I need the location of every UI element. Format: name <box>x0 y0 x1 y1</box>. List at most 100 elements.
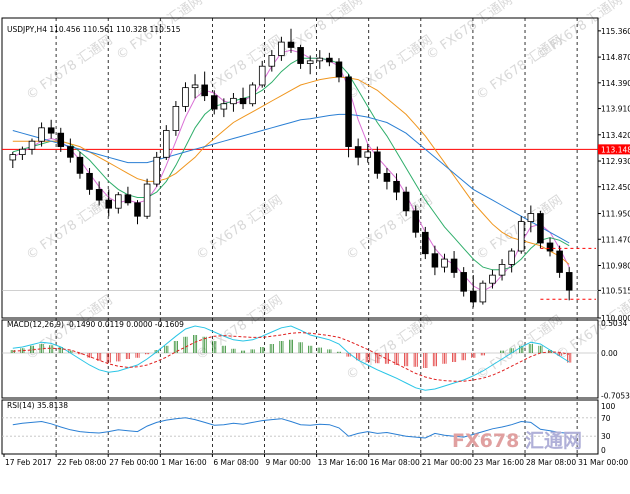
candle-body <box>28 140 36 150</box>
candle-body <box>239 97 247 105</box>
candle-body <box>412 210 419 233</box>
price-tick-label: 112.450 <box>601 183 630 192</box>
chart-window: © FX678 汇通网 © FX678 汇通网 © FX678 汇通网 © FX678… <box>0 0 630 490</box>
candle-body <box>316 57 324 62</box>
candle-body <box>489 274 496 284</box>
candle-body <box>105 199 113 209</box>
candle-body <box>402 191 410 212</box>
candle-body <box>556 250 563 273</box>
candle-body <box>9 154 17 161</box>
candle-body <box>86 172 93 190</box>
time-tick-label: 27 Feb 00:00 <box>109 458 158 467</box>
time-tick-label: 16 Mar 08:00 <box>370 458 420 467</box>
candle-body <box>249 84 256 105</box>
macd-tick-label: 0.5034 <box>601 319 627 328</box>
candle-body <box>326 57 333 63</box>
watermark-text: © FX678 汇通网 <box>24 33 116 103</box>
candle-body <box>460 272 467 292</box>
time-tick-label: 31 Mar 00:00 <box>578 458 628 467</box>
watermark-text: © FX678 汇通网 <box>24 193 116 263</box>
time-tick-label: 22 Feb 08:00 <box>57 458 106 467</box>
candle-body <box>191 84 199 89</box>
watermark-text: © FX678 汇通网 <box>344 33 436 103</box>
candle-body <box>57 132 65 147</box>
time-tick-label: 23 Mar 16:00 <box>474 458 524 467</box>
logo-brand: FX678 <box>452 430 519 452</box>
candle-body <box>345 76 352 147</box>
candle-body <box>143 183 151 217</box>
candle-body <box>450 258 458 273</box>
chart-canvas: © FX678 汇通网© FX678 汇通网© FX678 汇通网© FX678… <box>1 0 630 467</box>
candle-body <box>287 41 295 48</box>
time-tick-label: 9 Mar 00:00 <box>266 458 312 467</box>
candle-body <box>230 97 237 105</box>
watermark-text: © FX678 汇通网 <box>344 313 436 383</box>
macd-tick-label: 0.00 <box>601 349 618 358</box>
candle-body <box>67 146 74 158</box>
price-tick-label: 111.950 <box>601 210 630 219</box>
candle-body <box>163 130 170 158</box>
candle-body <box>422 231 429 255</box>
candle-body <box>469 290 477 303</box>
candle-body <box>306 60 314 64</box>
candle-body <box>124 194 132 204</box>
candle-body <box>134 202 141 217</box>
candle-body <box>153 156 160 185</box>
candle-body <box>268 55 276 67</box>
candle-body <box>182 87 189 107</box>
candle-body <box>374 151 381 174</box>
time-tick-label: 1 Mar 16:00 <box>161 458 207 467</box>
candle-body <box>258 65 266 86</box>
candles <box>9 28 573 308</box>
logo-cn: 汇通网 <box>525 430 582 452</box>
candle-body <box>479 282 487 303</box>
candle-body <box>364 151 372 158</box>
moving-average-3 <box>12 76 570 265</box>
price-tick-label: 110.515 <box>601 286 630 295</box>
time-tick-label: 21 Mar 00:00 <box>422 458 472 467</box>
price-tick-label: 115.360 <box>601 27 630 36</box>
rsi-tick-label: 100 <box>601 402 616 411</box>
candle-body <box>431 253 439 268</box>
fx678-logo: FX678 汇通网 <box>452 430 582 452</box>
candle-body <box>441 258 448 268</box>
price-tick-label: 111.470 <box>601 235 630 244</box>
candle-body <box>172 105 180 131</box>
time-tick-label: 28 Mar 08:00 <box>526 458 576 467</box>
price-tick-label: 114.390 <box>601 79 630 88</box>
candle-body <box>537 213 544 244</box>
moving-average-4 <box>12 113 570 244</box>
candle-body <box>546 242 554 252</box>
candle-body <box>354 146 362 158</box>
rsi-label: RSI(14) 35.8138 <box>7 401 68 410</box>
candle-body <box>393 180 400 193</box>
candle-body <box>210 95 218 110</box>
rsi-tick-label: 30 <box>601 432 611 441</box>
candle-body <box>76 156 84 174</box>
watermark-text: © FX678 汇通网 <box>194 193 286 263</box>
time-axis: 17 Feb 2017 22 Feb 08:00 27 Feb 00:00 1 Mar… <box>3 454 628 467</box>
rsi-tick-label: 70 <box>601 414 611 423</box>
candle-body <box>95 189 103 201</box>
candle-body <box>115 194 122 209</box>
watermark-text: © FX678 汇通网 <box>424 0 516 63</box>
time-tick-label: 17 Feb 2017 <box>5 458 52 467</box>
candle-body <box>278 41 285 56</box>
price-tick-label: 110.980 <box>601 262 630 271</box>
level-price-tag-label: 113.148 <box>601 145 630 154</box>
candle-body <box>297 47 304 64</box>
candle-body <box>527 213 535 222</box>
candle-body <box>335 61 343 78</box>
candle-body <box>201 84 208 97</box>
macd-label: MACD(12,26,9) -0.1490 0.0119 0.0000 -0.1… <box>7 320 184 329</box>
price-tick-label: 112.930 <box>601 157 630 166</box>
candle-body <box>19 148 26 156</box>
candle-body <box>383 172 391 182</box>
candle-body <box>38 127 45 142</box>
price-tick-label: 114.870 <box>601 53 630 62</box>
macd-tick-label: -0.7053 <box>601 391 630 400</box>
candle-body <box>498 264 506 276</box>
time-tick-label: 6 Mar 08:00 <box>213 458 259 467</box>
price-tick-label: 113.910 <box>601 105 630 114</box>
rsi-tick-label: 0 <box>601 446 606 455</box>
